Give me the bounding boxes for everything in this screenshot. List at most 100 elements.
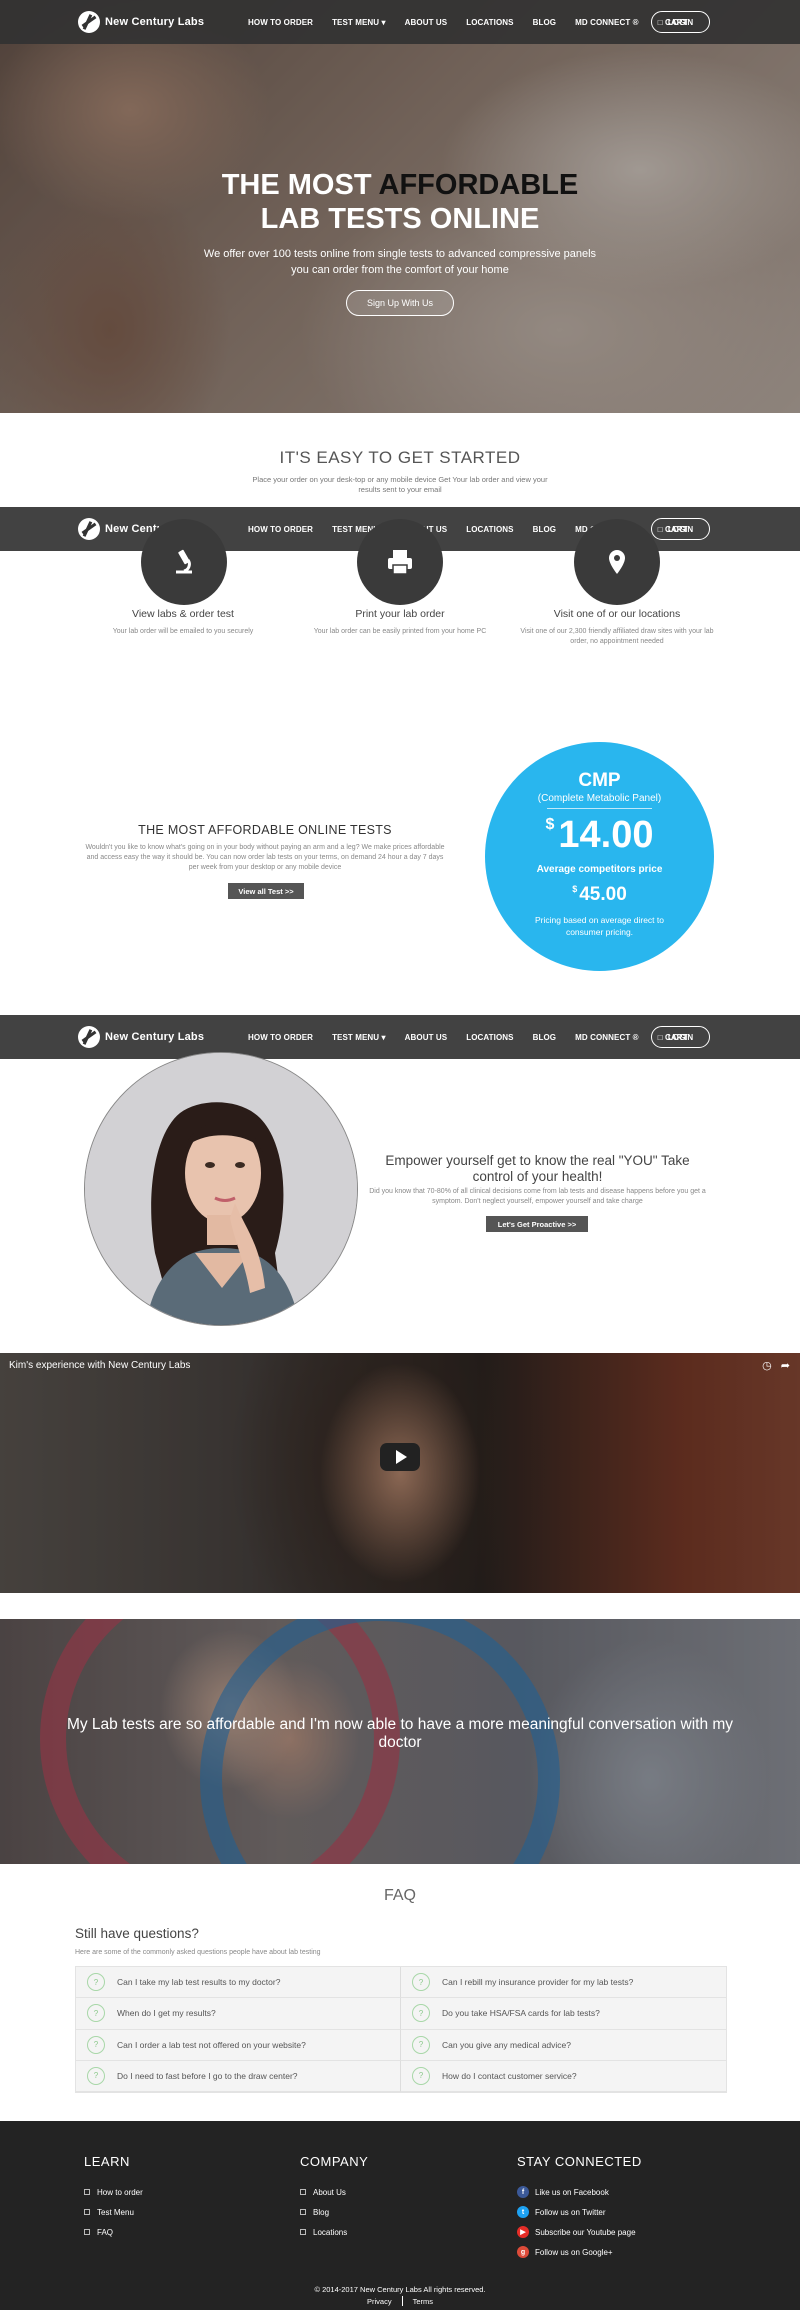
social-link-item[interactable]: f Like us on Facebook (517, 2182, 642, 2202)
login-button[interactable]: LOGIN (651, 518, 710, 540)
brand-logo[interactable]: New Century Labs (78, 1026, 204, 1048)
nav-links: HOW TO ORDER TEST MENU ▾ ABOUT US LOCATIONS… (248, 1015, 707, 1059)
social-link[interactable]: Subscribe our Youtube page (535, 2228, 636, 2237)
hero-section: THE MOST AFFORDABLE LAB TESTS ONLINE We … (0, 0, 800, 413)
faq-question[interactable]: Can I order a lab test not offered on yo… (117, 2040, 306, 2050)
social-link-item[interactable]: t Follow us on Twitter (517, 2202, 642, 2222)
step-title-print: Print your lab order (355, 608, 445, 620)
footer-link[interactable]: How to order (97, 2188, 143, 2197)
step-desc-print: Your lab order can be easily printed fro… (313, 628, 487, 635)
footer-learn-title: LEARN (84, 2154, 130, 2169)
step-location-circle (574, 519, 660, 605)
faq-question[interactable]: Do I need to fast before I go to the dra… (117, 2071, 298, 2081)
get-started-subtitle: Place your order on your desk-top or any… (252, 475, 548, 494)
affordable-text: Wouldn't you like to know what's going o… (85, 844, 445, 871)
get-started-title: IT'S EASY TO GET STARTED (279, 448, 521, 467)
footer-link[interactable]: Locations (313, 2228, 347, 2237)
cmp-price: $14.00 (545, 814, 654, 856)
testimonial-section: My Lab tests are so affordable and I'm n… (0, 1619, 800, 1864)
cmp-avg-label: Average competitors price (536, 864, 663, 875)
cmp-divider (547, 808, 652, 809)
terms-link[interactable]: Terms (403, 2297, 443, 2306)
bullet-icon (84, 2189, 90, 2195)
nav-link[interactable]: BLOG (533, 525, 557, 534)
video-title[interactable]: Kim's experience with New Century Labs (9, 1360, 190, 1371)
footer-link-item[interactable]: Blog (300, 2202, 368, 2222)
faq-item[interactable]: ? Can you give any medical advice? (401, 2030, 726, 2061)
step-desc-view-labs: Your lab order will be emailed to you se… (112, 628, 254, 635)
social-link[interactable]: Like us on Facebook (535, 2188, 609, 2197)
logo-mark-icon (78, 1026, 100, 1048)
bullet-icon (300, 2189, 306, 2195)
video-actions: ◷ ➦ (762, 1359, 790, 1372)
empower-text: Did you know that 70-80% of all clinical… (369, 1188, 706, 1205)
faq-title: FAQ (383, 1887, 416, 1904)
faq-question[interactable]: Can you give any medical advice? (442, 2040, 571, 2050)
share-icon[interactable]: ➦ (781, 1360, 790, 1372)
faq-question[interactable]: Can I take my lab test results to my doc… (117, 1977, 280, 1987)
step-printer-circle (357, 519, 443, 605)
footer-link-item[interactable]: Test Menu (84, 2202, 143, 2222)
nav-link[interactable]: HOW TO ORDER (248, 525, 313, 534)
question-icon: ? (412, 2035, 430, 2054)
faq-item[interactable]: ? Can I order a lab test not offered on y… (76, 2029, 401, 2061)
social-link[interactable]: Follow us on Google+ (535, 2248, 613, 2257)
footer-connect-title: STAY CONNECTED (517, 2154, 642, 2169)
footer-link-item[interactable]: Locations (300, 2222, 368, 2242)
social-link-item[interactable]: g Follow us on Google+ (517, 2242, 642, 2262)
view-all-tests-button[interactable]: View all Test >> (228, 883, 304, 899)
logo-mark-icon (78, 518, 100, 540)
footer-link[interactable]: About Us (313, 2188, 346, 2197)
footer: LEARN How to order Test Menu FAQ COMPANY A… (0, 2121, 800, 2310)
faq-question[interactable]: When do I get my results? (117, 2008, 216, 2018)
footer-link[interactable]: FAQ (97, 2228, 113, 2237)
faq-question[interactable]: Do you take HSA/FSA cards for lab tests? (442, 2008, 600, 2018)
nav-link[interactable]: HOW TO ORDER (248, 1033, 313, 1042)
footer-link-item[interactable]: How to order (84, 2182, 143, 2202)
faq-item[interactable]: ? How do I contact customer service? (401, 2061, 726, 2092)
footer-link[interactable]: Blog (313, 2208, 329, 2217)
sign-up-button[interactable]: Sign Up With Us (346, 290, 454, 316)
nav-link[interactable]: LOCATIONS (466, 525, 513, 534)
faq-question[interactable]: Can I rebill my insurance provider for m… (442, 1977, 633, 1987)
woman-portrait-image (84, 1052, 358, 1326)
faq-item[interactable]: ? Can I rebill my insurance provider for … (401, 1967, 726, 1999)
step-title-view-labs: View labs & order test (132, 608, 234, 620)
social-link-item[interactable]: ▶ Subscribe our Youtube page (517, 2222, 642, 2242)
video-player[interactable]: Kim's experience with New Century Labs ◷… (0, 1353, 800, 1593)
faq-item[interactable]: ? Do I need to fast before I go to the dr… (76, 2060, 401, 2092)
footer-company-title: COMPANY (300, 2154, 369, 2169)
nav-link[interactable]: LOCATIONS (466, 1033, 513, 1042)
microscope-icon (176, 549, 192, 574)
footer-link-item[interactable]: About Us (300, 2182, 368, 2202)
faq-item[interactable]: ? When do I get my results? (76, 1998, 401, 2030)
step-microscope-circle (141, 519, 227, 605)
step-desc-visit: Visit one of our 2,300 friendly affiliat… (520, 628, 714, 645)
social-link[interactable]: Follow us on Twitter (535, 2208, 606, 2217)
faq-item[interactable]: ? Can I take my lab test results to my do… (76, 1967, 401, 1999)
get-proactive-button[interactable]: Let's Get Proactive >> (486, 1216, 588, 1232)
testimonial-quote: My Lab tests are so affordable and I'm n… (66, 1716, 734, 1751)
nav-link[interactable]: ABOUT US (405, 1033, 448, 1042)
footer-company-column: COMPANY About Us Blog Locations (300, 2154, 368, 2242)
twitter-icon: t (517, 2206, 529, 2218)
footer-link-item[interactable]: FAQ (84, 2222, 143, 2242)
footer-link[interactable]: Test Menu (97, 2208, 134, 2217)
hero-title: THE MOST AFFORDABLE (221, 169, 579, 201)
faq-item[interactable]: ? Do you take HSA/FSA cards for lab tests… (401, 1998, 726, 2030)
question-icon: ? (412, 2066, 430, 2085)
navbar: New Century Labs HOW TO ORDER TEST MENU ▾ A… (0, 1015, 800, 1059)
login-button[interactable]: LOGIN (651, 1026, 710, 1048)
bullet-icon (300, 2209, 306, 2215)
location-pin-icon (609, 550, 625, 574)
play-button[interactable] (380, 1443, 420, 1471)
privacy-link[interactable]: Privacy (357, 2297, 402, 2306)
nav-link[interactable]: MD CONNECT ® (575, 1033, 639, 1042)
faq-question[interactable]: How do I contact customer service? (442, 2071, 577, 2081)
nav-link[interactable]: TEST MENU ▾ (332, 1033, 386, 1042)
question-icon: ? (412, 1973, 430, 1992)
cmp-price-badge: CMP (Complete Metabolic Panel) $14.00 Av… (485, 742, 714, 971)
nav-link[interactable]: BLOG (533, 1033, 557, 1042)
legal-links: Privacy Terms (0, 2296, 800, 2306)
clock-icon[interactable]: ◷ (762, 1360, 772, 1372)
